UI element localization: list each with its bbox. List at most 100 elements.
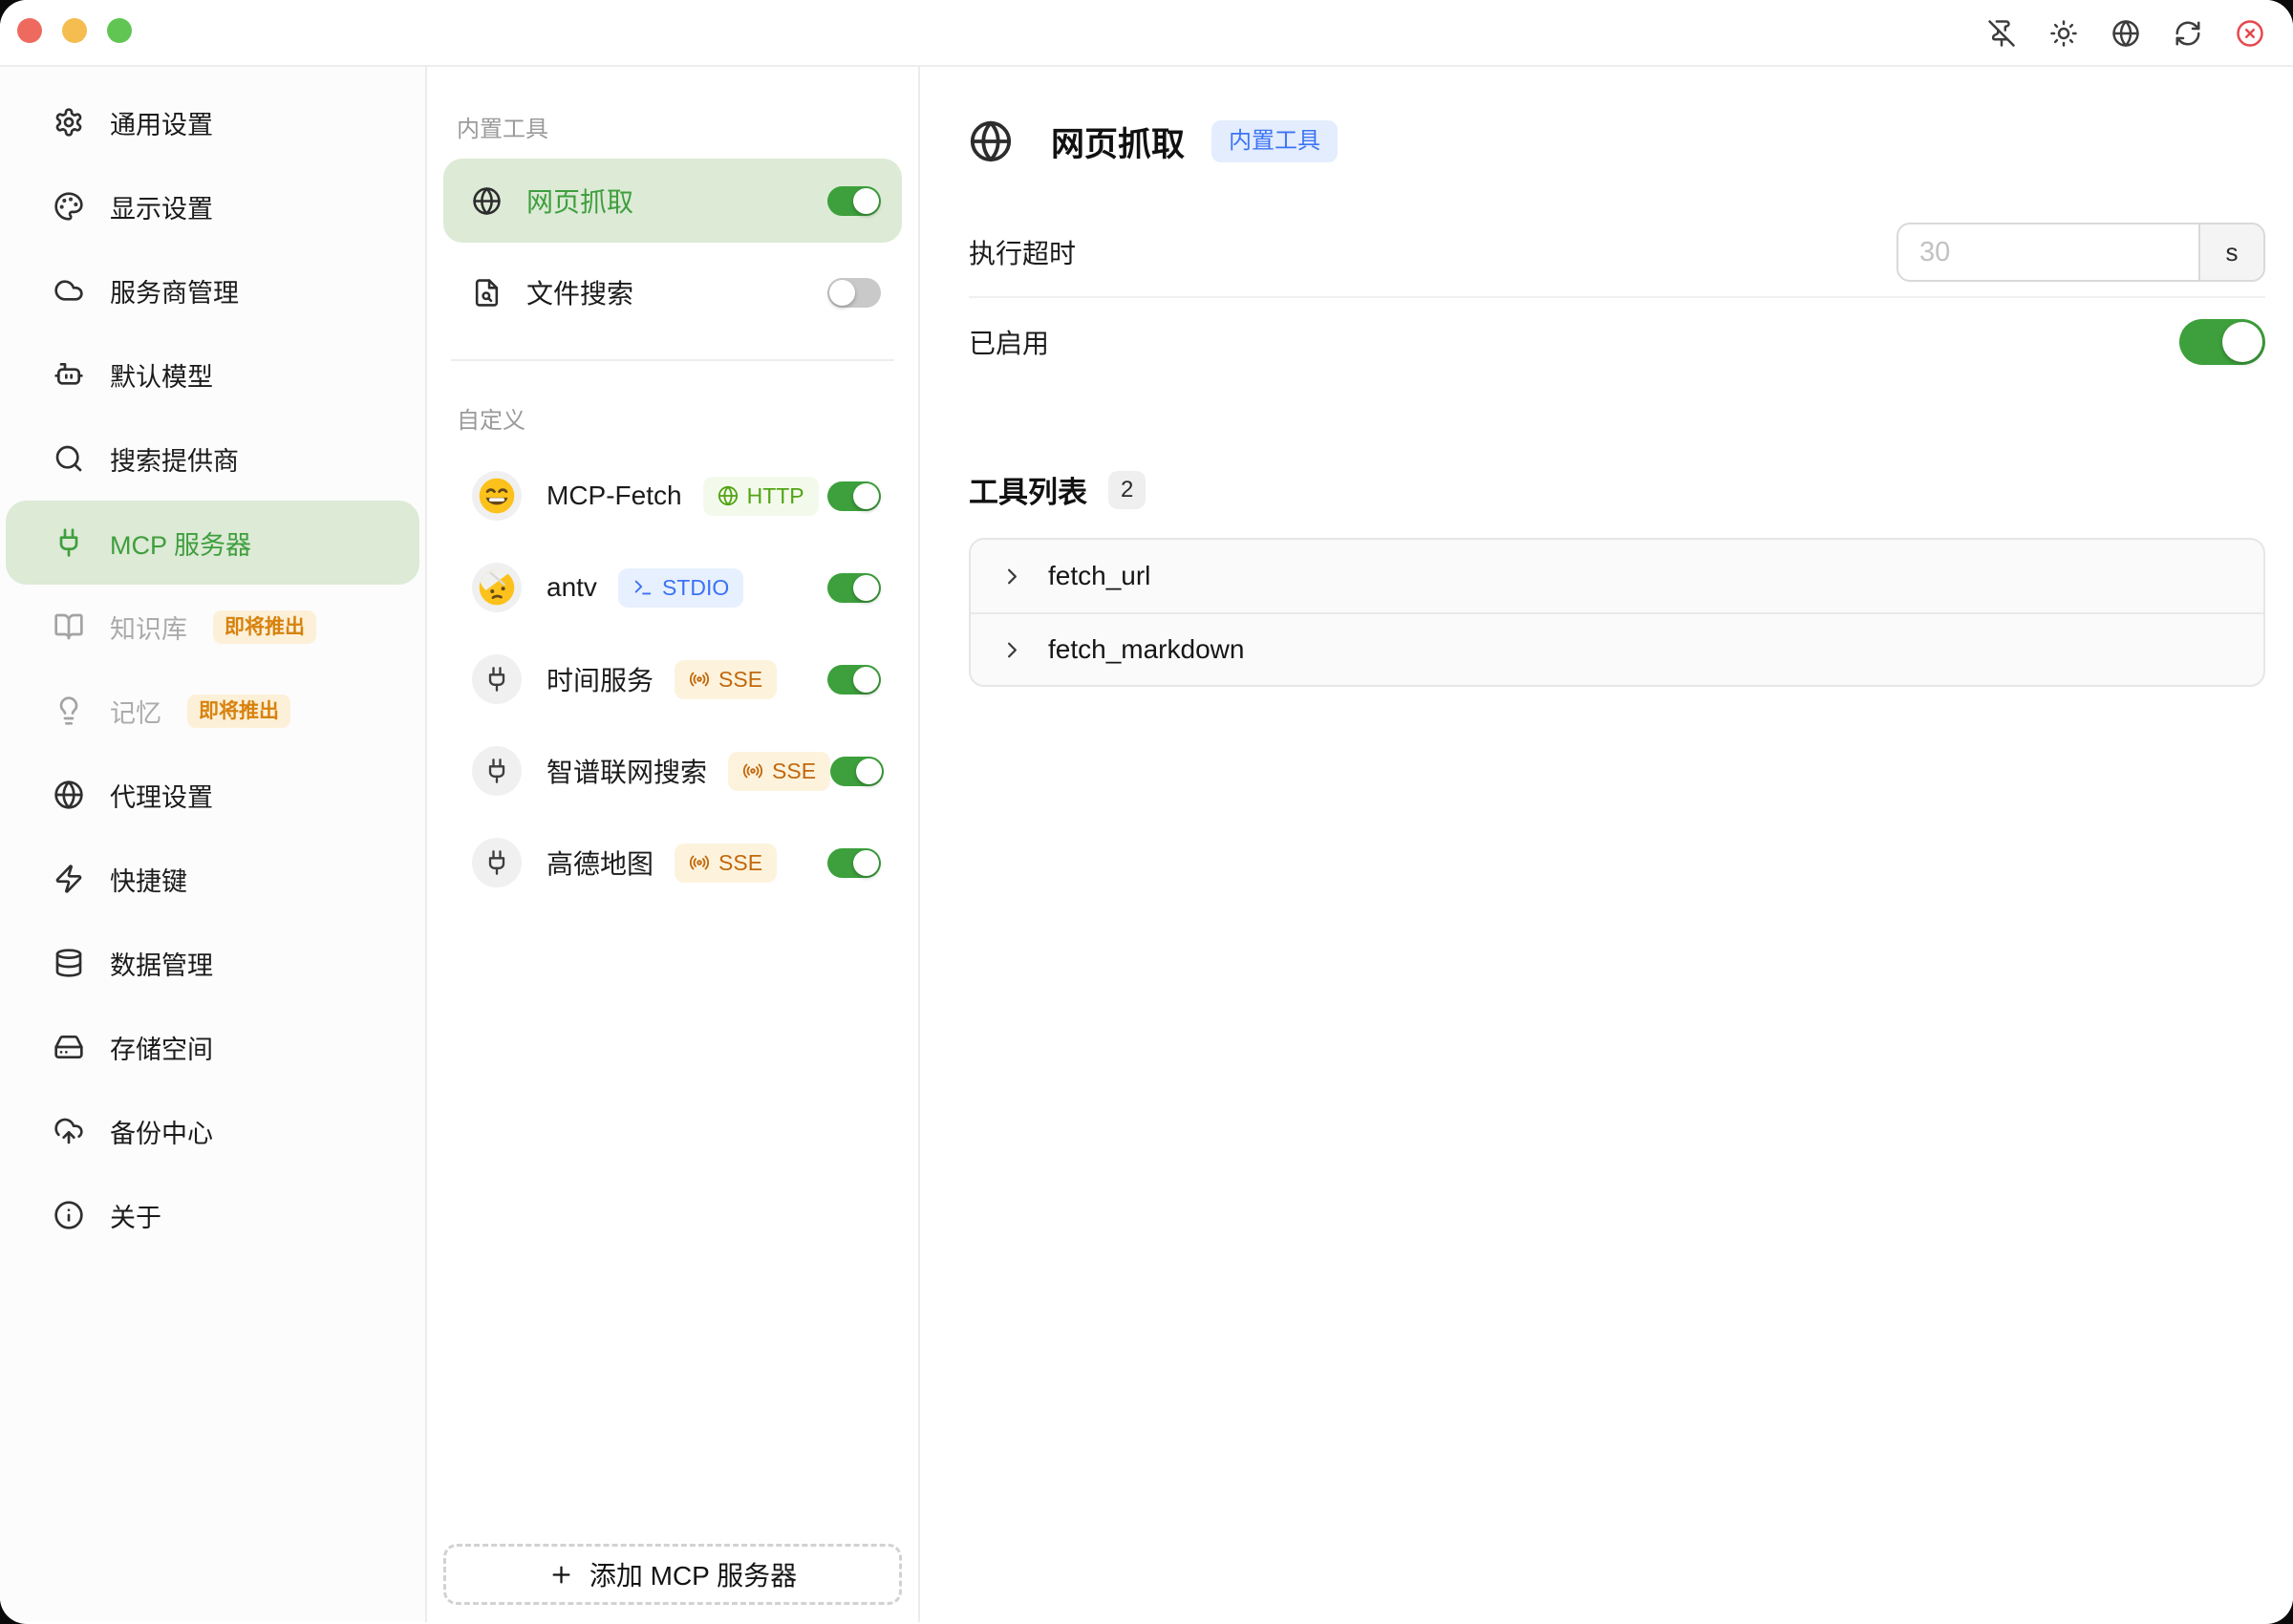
close-traffic-light[interactable]	[17, 18, 42, 43]
sidebar-item-provider-management[interactable]: 服务商管理	[6, 248, 419, 332]
radio-icon	[689, 852, 710, 873]
server-item-file-search[interactable]: 文件搜索	[443, 250, 902, 334]
web-scraping-toggle[interactable]	[827, 186, 881, 216]
server-item-amap[interactable]: 高德地图SSE	[443, 817, 902, 908]
sidebar-item-storage-space[interactable]: 存储空间	[6, 1005, 419, 1089]
pin-off-icon	[1987, 19, 2016, 48]
server-name: 网页抓取	[526, 182, 633, 220]
time-service-toggle[interactable]	[827, 665, 881, 694]
tools-list: fetch_urlfetch_markdown	[969, 538, 2265, 687]
add-mcp-server-button[interactable]: 添加 MCP 服务器	[443, 1544, 902, 1605]
titlebar-close-window-button[interactable]	[2236, 19, 2264, 48]
tool-row-fetch_markdown[interactable]: fetch_markdown	[971, 612, 2263, 685]
transport-label: SSE	[772, 760, 816, 782]
sidebar-item-backup-center[interactable]: 备份中心	[6, 1089, 419, 1173]
palette-icon	[54, 191, 84, 222]
enabled-toggle[interactable]	[2179, 319, 2265, 365]
toggle-knob	[853, 575, 879, 601]
sidebar-item-shortcuts[interactable]: 快捷键	[6, 837, 419, 921]
server-item-zhipu-web-search[interactable]: 智谱联网搜索SSE	[443, 725, 902, 817]
sidebar-item-label: 搜索提供商	[110, 440, 239, 478]
terminal-icon	[632, 577, 654, 598]
sidebar-item-mcp-servers[interactable]: MCP 服务器	[6, 501, 419, 585]
titlebar-pin-window-button[interactable]	[1987, 19, 2016, 48]
globe-icon	[54, 780, 84, 810]
titlebar-actions	[1987, 19, 2264, 48]
server-item-time-service[interactable]: 时间服务 SSE	[443, 633, 902, 725]
plug-icon	[483, 666, 510, 693]
database-icon	[54, 948, 84, 978]
plus-icon	[548, 1562, 574, 1588]
emoji-grin-icon	[476, 475, 518, 517]
zoom-traffic-light[interactable]	[107, 18, 132, 43]
sidebar-item-label: 快捷键	[110, 861, 187, 898]
antv-toggle[interactable]	[827, 573, 881, 603]
transport-badge-sse: SSE	[728, 752, 830, 791]
server-item-web-scraping[interactable]: 网页抓取	[443, 159, 902, 243]
sidebar-item-about[interactable]: 关于	[6, 1173, 419, 1257]
builtin-server-list: 网页抓取文件搜索	[443, 159, 902, 334]
plug-icon	[483, 849, 510, 876]
timeout-input[interactable]	[1898, 224, 2198, 280]
settings-icon	[54, 107, 84, 138]
timeout-label: 执行超时	[969, 233, 1076, 271]
tools-header: 工具列表 2	[969, 468, 2265, 511]
toggle-knob	[829, 280, 855, 306]
tool-row-fetch_url[interactable]: fetch_url	[971, 540, 2263, 612]
settings-sidebar: 通用设置显示设置服务商管理默认模型搜索提供商 MCP 服务器知识库即将推出记忆即将…	[0, 67, 427, 1622]
toggle-knob	[853, 667, 879, 693]
sidebar-item-default-models[interactable]: 默认模型	[6, 332, 419, 417]
server-detail-panel: 网页抓取 内置工具 执行超时 s 已启用 工具列表 2 fetch_urlfet…	[920, 67, 2293, 1622]
app-body: 通用设置显示设置服务商管理默认模型搜索提供商 MCP 服务器知识库即将推出记忆即将…	[0, 67, 2293, 1622]
titlebar-theme-button[interactable]	[2049, 19, 2078, 48]
server-name: 时间服务	[546, 660, 654, 698]
server-item-antv[interactable]: antvSTDIO	[443, 542, 902, 633]
sidebar-item-display-settings[interactable]: 显示设置	[6, 164, 419, 248]
titlebar-refresh-button[interactable]	[2174, 19, 2202, 48]
amap-toggle[interactable]	[827, 848, 881, 878]
sidebar-item-proxy-settings[interactable]: 代理设置	[6, 753, 419, 837]
minimize-traffic-light[interactable]	[62, 18, 87, 43]
toggle-knob	[856, 759, 882, 784]
zap-icon	[54, 864, 84, 894]
zhipu-web-search-toggle[interactable]	[830, 757, 884, 786]
sidebar-item-label: 记忆	[110, 693, 161, 730]
chevron-right-icon	[999, 637, 1025, 663]
sidebar-item-search-provider[interactable]: 搜索提供商	[6, 417, 419, 501]
mcp-fetch-toggle[interactable]	[827, 481, 881, 511]
server-name: 高德地图	[546, 844, 654, 882]
refresh-icon	[2174, 19, 2202, 48]
server-item-mcp-fetch[interactable]: MCP-FetchHTTP	[443, 450, 902, 542]
transport-label: STDIO	[662, 577, 729, 599]
sidebar-item-label: 数据管理	[110, 945, 213, 982]
sidebar-item-data-management[interactable]: 数据管理	[6, 921, 419, 1005]
globe-icon	[472, 186, 502, 216]
hard-drive-icon	[54, 1032, 84, 1062]
sidebar-item-label: 默认模型	[110, 356, 213, 394]
sidebar-item-label: 关于	[110, 1197, 161, 1234]
sidebar-item-knowledge-base[interactable]: 知识库即将推出	[6, 585, 419, 669]
custom-section-label: 自定义	[457, 401, 902, 435]
toggle-knob	[853, 850, 879, 876]
mcp-server-list-panel: 内置工具 网页抓取文件搜索 自定义 MCP-FetchHTTPantvSTDIO…	[427, 67, 920, 1622]
transport-label: SSE	[718, 669, 762, 691]
timeout-row: 执行超时 s	[969, 208, 2265, 296]
enabled-row: 已启用	[969, 298, 2265, 386]
info-icon	[54, 1200, 84, 1230]
cloud-upload-icon	[54, 1116, 84, 1146]
server-avatar	[472, 654, 522, 704]
titlebar-language-button[interactable]	[2111, 19, 2140, 48]
emoji-bandage-icon	[476, 566, 518, 609]
circle-x-icon	[2236, 19, 2264, 48]
sidebar-item-label: 存储空间	[110, 1029, 213, 1066]
book-open-icon	[54, 611, 84, 642]
toggle-knob	[853, 483, 879, 509]
file-search-toggle[interactable]	[827, 278, 881, 308]
sidebar-item-label: 通用设置	[110, 104, 213, 141]
sidebar-item-memory[interactable]: 记忆即将推出	[6, 669, 419, 753]
titlebar	[0, 0, 2293, 67]
bot-icon	[54, 359, 84, 390]
sidebar-item-general-settings[interactable]: 通用设置	[6, 80, 419, 164]
page-title: 网页抓取	[1051, 118, 1185, 166]
timeout-unit: s	[2198, 224, 2263, 280]
